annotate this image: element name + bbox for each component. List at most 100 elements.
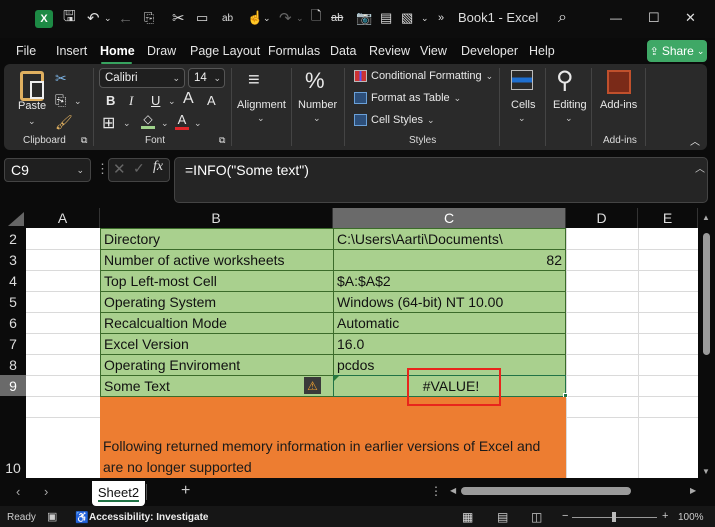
macro-recording-icon[interactable]: ▣ [47,510,57,523]
touch-mode-icon[interactable]: ☝ [247,8,263,28]
paste-button[interactable] [20,70,48,102]
maximize-button[interactable]: ☐ [648,8,660,28]
fill-color-button[interactable]: ◇ [140,112,156,132]
camera-icon[interactable]: 📷 [356,8,372,28]
note-cell-b10[interactable]: Following returned memory information in… [100,397,566,478]
font-launcher-icon[interactable]: ⧉ [219,135,225,146]
copy-dropdown-icon[interactable]: ⌄ [74,96,82,107]
touch-dropdown-icon[interactable]: ⌄ [263,8,271,28]
error-warning-icon[interactable]: ⚠ [304,377,321,394]
normal-view-button[interactable]: ▦ [462,510,473,524]
row-header-7[interactable]: 7 [0,333,26,354]
column-header-a[interactable]: A [26,208,100,228]
clipboard-launcher-icon[interactable]: ⧉ [81,135,87,146]
prev-sheet-icon[interactable]: ‹ [16,484,20,499]
sheet-tab-sheet2[interactable]: Sheet2 [92,481,145,506]
row-header-5[interactable]: 5 [0,291,26,312]
format-cells-icon[interactable]: ▭ [196,8,208,28]
number-button[interactable]: Number [298,99,337,111]
column-header-b[interactable]: B [100,208,333,228]
scroll-left-icon[interactable]: ◀ [450,486,456,495]
cell-b2[interactable]: Directory [100,228,334,250]
cell-b6[interactable]: Recalcualtion Mode [100,312,334,334]
paste-dropdown-icon[interactable]: ⌄ [28,116,36,127]
collapse-formula-bar-icon[interactable]: ︿ [695,160,705,175]
editing-button[interactable]: Editing [553,99,587,111]
tab-insert[interactable]: Insert [56,44,87,58]
zoom-level[interactable]: 100% [678,512,704,523]
spelling-icon[interactable]: ab [222,8,233,28]
strikethrough-icon[interactable]: ab [331,8,343,28]
tab-help[interactable]: Help [529,44,555,58]
zoom-slider-thumb[interactable] [612,512,616,522]
vertical-scroll-thumb[interactable] [703,233,710,355]
tab-home[interactable]: Home [100,44,135,58]
editing-dropdown-icon[interactable]: ⌄ [565,113,573,124]
row-header-6[interactable]: 6 [0,312,26,333]
minimize-button[interactable]: — [610,8,622,28]
fill-color-dropdown-icon[interactable]: ⌄ [161,118,169,129]
bold-button[interactable]: B [106,93,115,108]
row-header-4[interactable]: 4 [0,270,26,291]
cell-styles-button[interactable]: Cell Styles ⌄ [354,114,435,126]
accessibility-icon[interactable]: ♿ [75,511,89,524]
tab-review[interactable]: Review [369,44,410,58]
macro-dropdown-icon[interactable]: ⌄ [421,8,429,28]
paste-label[interactable]: Paste [18,100,46,112]
cell-b5[interactable]: Operating System [100,291,334,313]
save-icon[interactable]: 🖫 [63,8,76,28]
tab-page-layout[interactable]: Page Layout [190,44,260,58]
page-break-view-button[interactable]: ◫ [531,510,542,524]
search-icon[interactable]: ⌕ [558,8,567,28]
cell-b7[interactable]: Excel Version [100,333,334,355]
add-sheet-button[interactable]: + [181,482,190,500]
alignment-dropdown-icon[interactable]: ⌄ [257,113,265,124]
cell-b8[interactable]: Operating Enviroment [100,354,334,376]
tab-split-handle[interactable]: ⋮ [430,484,442,498]
paste-values-icon[interactable]: ⎘ [144,8,154,28]
tab-data[interactable]: Data [330,44,356,58]
cell-b9[interactable]: Some Text [100,375,334,397]
row-header-9[interactable]: 9 [0,375,26,396]
page-layout-view-button[interactable]: ▤ [497,510,508,524]
close-button[interactable]: ✕ [685,8,696,28]
screenshot-icon[interactable]: ▧ [401,8,413,28]
borders-dropdown-icon[interactable]: ⌄ [123,118,131,129]
increase-font-size-button[interactable]: A [183,90,194,108]
scroll-up-icon[interactable]: ▲ [702,213,710,222]
select-all-button[interactable] [8,212,24,226]
cells-button[interactable]: Cells [511,99,535,111]
cell-c2[interactable]: C:\Users\Aarti\Documents\ [333,228,566,250]
cell-b4[interactable]: Top Left-most Cell [100,270,334,292]
tab-view[interactable]: View [420,44,447,58]
next-sheet-icon[interactable]: › [44,484,48,499]
zoom-in-button[interactable]: + [662,510,668,522]
cut-icon[interactable]: ✂ [55,70,67,87]
tab-developer[interactable]: Developer [461,44,518,58]
form-icon[interactable]: ▤ [380,8,392,28]
formula-input[interactable]: =INFO("Some text") [174,157,708,203]
cell-c7[interactable]: 16.0 [333,333,566,355]
cell-c3[interactable]: 82 [333,249,566,271]
format-painter-icon[interactable]: 🖌 [55,114,73,131]
italic-button[interactable]: I [129,93,133,109]
zoom-out-button[interactable]: − [562,510,568,522]
collapse-ribbon-icon[interactable]: ︿ [690,133,700,148]
insert-function-button[interactable]: fx [153,159,163,175]
scroll-right-icon[interactable]: ▶ [690,486,696,495]
row-header-2[interactable]: 2 [0,228,26,249]
more-commands-icon[interactable]: » [438,8,444,28]
font-size-dropdown[interactable]: 14 ⌄ [188,68,225,88]
decrease-font-size-button[interactable]: A [207,93,216,108]
font-color-dropdown-icon[interactable]: ⌄ [194,118,202,129]
copy-icon[interactable]: ⎘ [55,92,66,109]
cells-dropdown-icon[interactable]: ⌄ [518,113,526,124]
undo-icon[interactable]: ↶ [87,8,100,28]
borders-icon[interactable]: ⊞ [102,113,115,133]
new-file-icon[interactable]: 🗋 [311,8,321,28]
conditional-formatting-button[interactable]: Conditional Formatting ⌄ [354,70,493,82]
underline-dropdown-icon[interactable]: ⌄ [168,96,176,107]
cell-b3[interactable]: Number of active worksheets [100,249,334,271]
tab-file[interactable]: File [16,44,36,58]
column-header-c[interactable]: C [333,208,566,228]
